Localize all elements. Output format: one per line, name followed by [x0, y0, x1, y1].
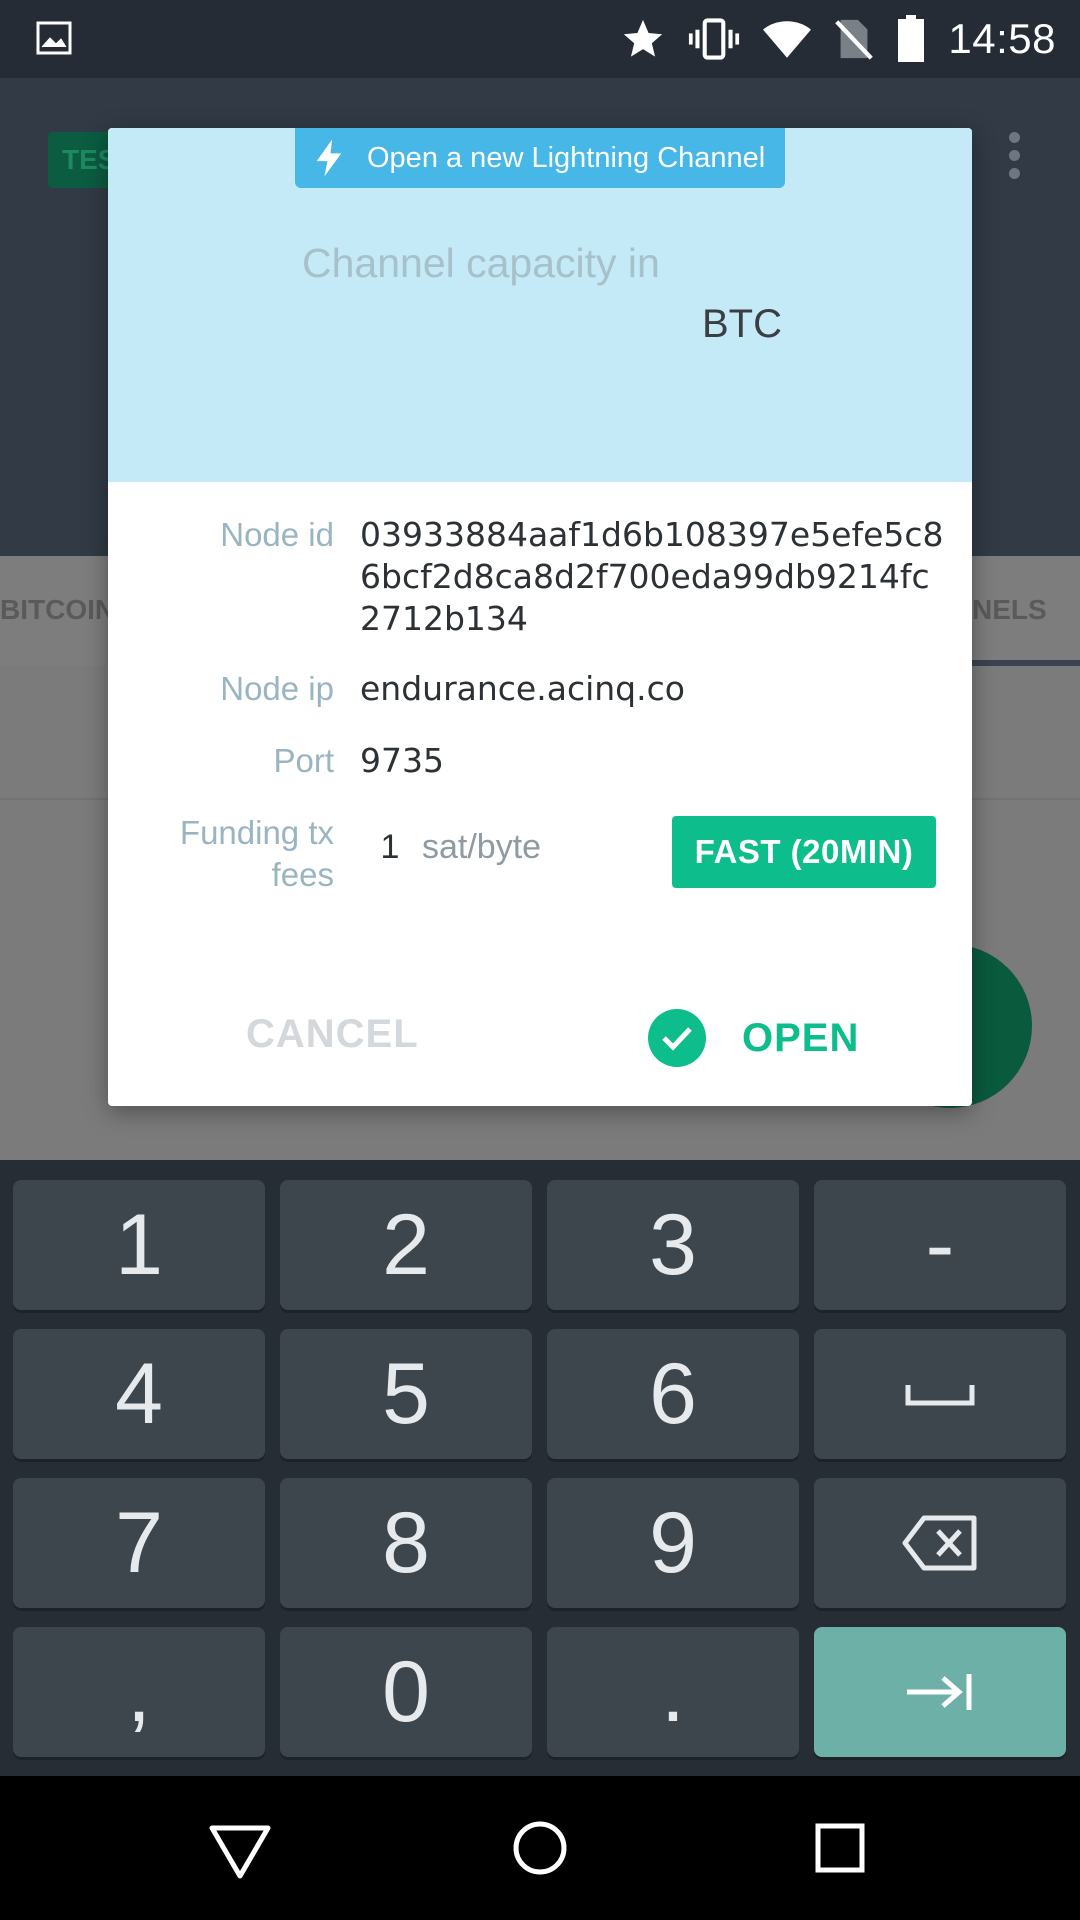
overflow-menu-icon[interactable] — [1000, 132, 1028, 186]
key-minus[interactable]: - — [814, 1180, 1066, 1310]
key-comma[interactable]: , — [13, 1627, 265, 1757]
numeric-keyboard: 1 2 3 - 4 5 6 7 8 9 , 0 . — [0, 1160, 1080, 1776]
image-icon — [36, 21, 72, 55]
key-3[interactable]: 3 — [547, 1180, 799, 1310]
key-2[interactable]: 2 — [280, 1180, 532, 1310]
status-bar: 14:58 — [0, 0, 1080, 78]
fees-label-line2: fees — [271, 856, 334, 893]
key-period[interactable]: . — [547, 1627, 799, 1757]
fees-input[interactable]: 1 — [360, 828, 420, 867]
key-next[interactable] — [814, 1627, 1066, 1757]
port-value: 9735 — [360, 741, 444, 780]
backspace-icon — [902, 1515, 977, 1571]
star-icon — [624, 19, 663, 57]
key-8[interactable]: 8 — [280, 1478, 532, 1608]
dialog-title: Open a new Lightning Channel — [295, 128, 785, 188]
tab-channels[interactable]: NELS — [972, 594, 1047, 626]
tab-bitcoin[interactable]: BITCOIN — [0, 594, 115, 626]
capacity-unit: BTC — [702, 302, 782, 346]
key-0[interactable]: 0 — [280, 1627, 532, 1757]
key-4[interactable]: 4 — [13, 1329, 265, 1459]
fees-unit: sat/byte — [422, 828, 542, 866]
node-ip-label: Node ip — [220, 670, 334, 707]
home-icon[interactable] — [504, 1812, 576, 1884]
open-button[interactable]: OPEN — [648, 1006, 859, 1070]
lightning-icon — [316, 139, 342, 177]
back-icon[interactable] — [204, 1812, 276, 1884]
clock: 14:58 — [948, 15, 1056, 62]
key-1[interactable]: 1 — [13, 1180, 265, 1310]
no-sim-icon — [835, 19, 874, 60]
fees-label-line1: Funding tx — [179, 814, 334, 851]
open-channel-dialog: Open a new Lightning Channel Channel cap… — [108, 128, 972, 1106]
key-backspace[interactable] — [814, 1478, 1066, 1608]
dialog-title-text: Open a new Lightning Channel — [367, 141, 766, 174]
key-9[interactable]: 9 — [547, 1478, 799, 1608]
port-label: Port — [273, 742, 334, 779]
node-id-value: 03933884aaf1d6b108397e5efe5c86bcf2d8ca8d… — [360, 515, 944, 638]
key-7[interactable]: 7 — [13, 1478, 265, 1608]
space-icon — [905, 1385, 975, 1406]
battery-icon — [898, 15, 925, 62]
key-5[interactable]: 5 — [280, 1329, 532, 1459]
check-icon — [648, 1009, 706, 1067]
recents-icon[interactable] — [804, 1812, 876, 1884]
tab-next-icon — [907, 1674, 972, 1710]
vibrate-icon — [689, 18, 740, 60]
key-6[interactable]: 6 — [547, 1329, 799, 1459]
cancel-button[interactable]: CANCEL — [246, 1012, 419, 1057]
fees-label: Funding tx fees — [180, 812, 334, 896]
fee-preset-button[interactable]: FAST (20MIN) — [672, 816, 936, 888]
node-id-label: Node id — [220, 516, 334, 553]
wifi-icon — [763, 21, 812, 58]
navigation-bar — [0, 1776, 1080, 1920]
open-button-label: OPEN — [742, 1015, 860, 1060]
key-space[interactable] — [814, 1329, 1066, 1459]
node-ip-value: endurance.acinq.co — [360, 669, 685, 708]
capacity-input[interactable]: Channel capacity in — [302, 240, 660, 287]
